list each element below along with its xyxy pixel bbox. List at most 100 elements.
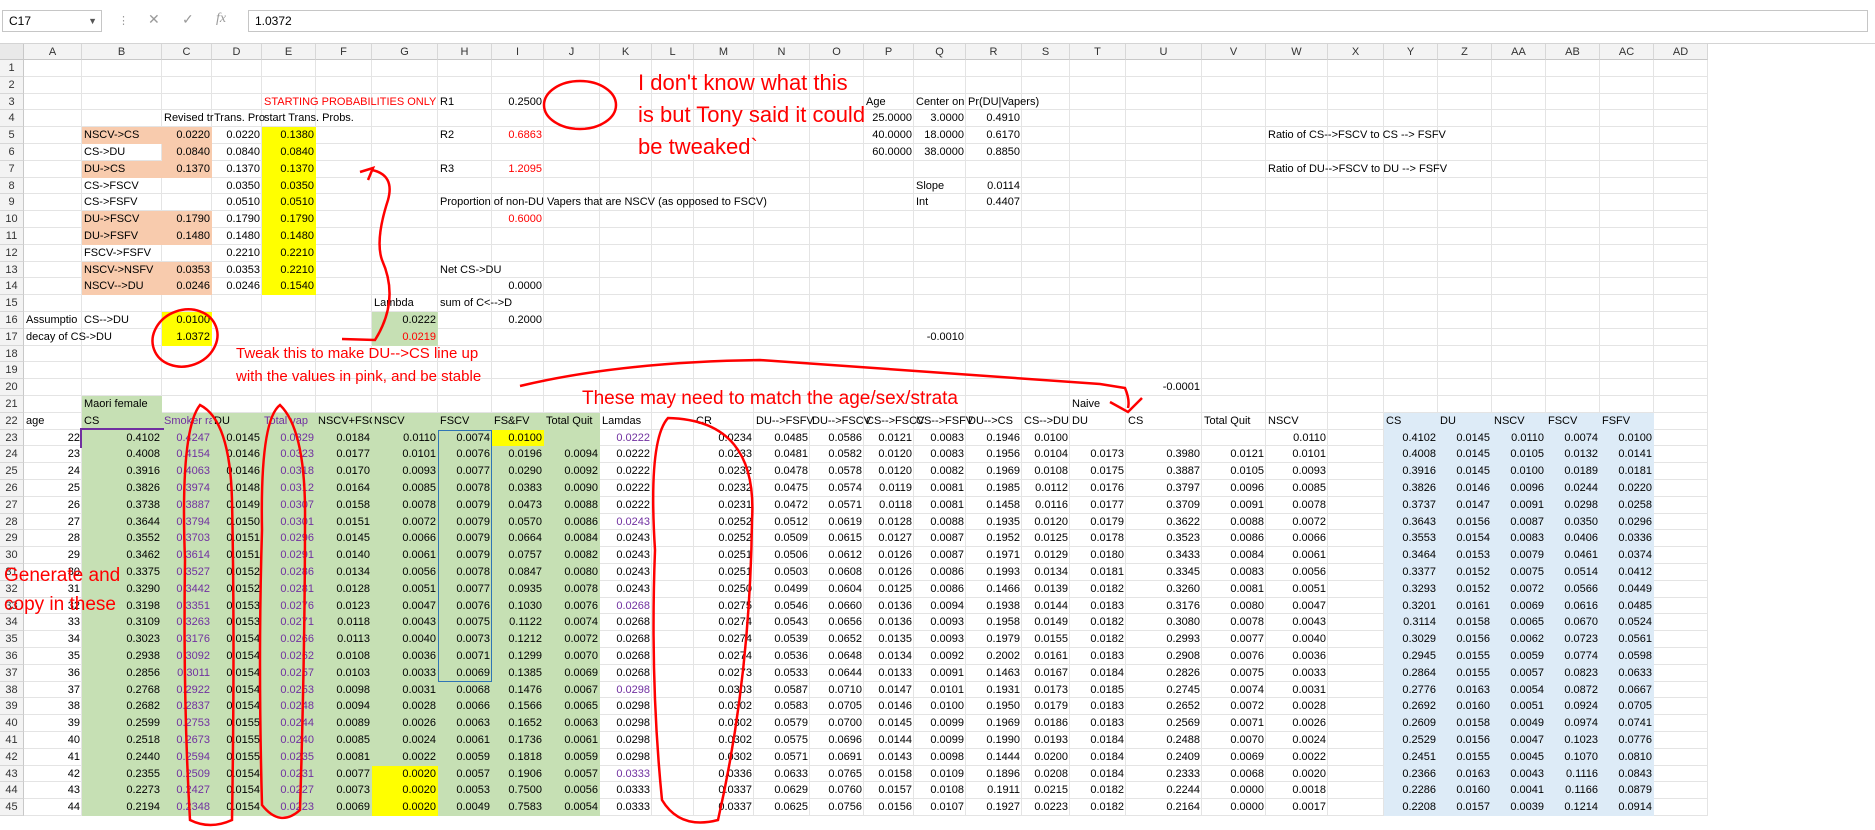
cell-B37[interactable]: 0.2856 xyxy=(82,664,162,682)
cell-V45[interactable]: 0.0000 xyxy=(1202,799,1266,816)
cell-N23[interactable]: 0.0485 xyxy=(754,430,810,447)
cell-F34[interactable]: 0.0118 xyxy=(316,614,372,632)
cell-I30[interactable]: 0.0757 xyxy=(492,547,544,564)
cell-W31[interactable]: 0.0056 xyxy=(1266,564,1328,581)
cell-AA31[interactable]: 0.0075 xyxy=(1492,564,1546,581)
cell-R33[interactable]: 0.1938 xyxy=(966,598,1022,615)
cell-C30[interactable]: 0.3614 xyxy=(162,547,212,564)
cell-G15[interactable]: Lambda xyxy=(372,295,438,312)
cell-K32[interactable]: 0.0243 xyxy=(600,581,652,598)
cell-U37[interactable]: 0.2826 xyxy=(1126,665,1202,682)
cell-K29[interactable]: 0.0243 xyxy=(600,530,652,547)
cell-D28[interactable]: 0.0150 xyxy=(212,513,262,531)
cell-D32[interactable]: 0.0152 xyxy=(212,580,262,598)
cell-AB34[interactable]: 0.0670 xyxy=(1546,614,1600,632)
cell-W35[interactable]: 0.0040 xyxy=(1266,631,1328,648)
cell-Z40[interactable]: 0.0158 xyxy=(1438,715,1492,732)
cell-M34[interactable]: 0.0274 xyxy=(694,614,754,631)
cell-C32[interactable]: 0.3442 xyxy=(162,580,212,598)
cell-F31[interactable]: 0.0134 xyxy=(316,564,372,581)
cell-AA37[interactable]: 0.0057 xyxy=(1492,664,1546,682)
row-header-40[interactable]: 40 xyxy=(0,715,24,732)
cell-AC39[interactable]: 0.0705 xyxy=(1600,698,1654,716)
cell-J31[interactable]: 0.0080 xyxy=(544,564,600,581)
cell-Z26[interactable]: 0.0146 xyxy=(1438,480,1492,497)
cell-J44[interactable]: 0.0056 xyxy=(544,782,600,800)
cell-T41[interactable]: 0.0184 xyxy=(1070,732,1126,749)
cell-AB25[interactable]: 0.0189 xyxy=(1546,463,1600,480)
column-header-AD[interactable]: AD xyxy=(1654,44,1708,60)
cell-D39[interactable]: 0.0154 xyxy=(212,698,262,716)
cell-D14[interactable]: 0.0246 xyxy=(212,278,262,295)
cell-AB23[interactable]: 0.0074 xyxy=(1546,429,1600,447)
cell-AA36[interactable]: 0.0059 xyxy=(1492,648,1546,665)
cell-Z43[interactable]: 0.0163 xyxy=(1438,765,1492,783)
cell-T27[interactable]: 0.0177 xyxy=(1070,497,1126,514)
row-header-1[interactable]: 1 xyxy=(0,60,24,77)
cell-C43[interactable]: 0.2509 xyxy=(162,765,212,783)
cell-A29[interactable]: 28 xyxy=(24,530,82,547)
cell-S28[interactable]: 0.0120 xyxy=(1022,514,1070,531)
cell-V25[interactable]: 0.0105 xyxy=(1202,463,1266,480)
cell-G39[interactable]: 0.0028 xyxy=(372,698,438,716)
cell-P28[interactable]: 0.0128 xyxy=(864,514,914,531)
cell-W43[interactable]: 0.0020 xyxy=(1266,766,1328,783)
column-header-Y[interactable]: Y xyxy=(1384,44,1438,60)
cell-M43[interactable]: 0.0336 xyxy=(694,766,754,783)
cell-O43[interactable]: 0.0765 xyxy=(810,766,864,783)
cell-W32[interactable]: 0.0051 xyxy=(1266,581,1328,598)
cell-F44[interactable]: 0.0073 xyxy=(316,782,372,800)
cell-Y27[interactable]: 0.3737 xyxy=(1384,496,1438,514)
cell-T34[interactable]: 0.0182 xyxy=(1070,614,1126,631)
cell-AB30[interactable]: 0.0461 xyxy=(1546,547,1600,564)
row-header-26[interactable]: 26 xyxy=(0,480,24,497)
cell-Z36[interactable]: 0.0155 xyxy=(1438,648,1492,665)
cell-R39[interactable]: 0.1950 xyxy=(966,698,1022,715)
cell-R3[interactable]: Pr(DU|Vapers) xyxy=(966,94,1039,111)
cell-AB39[interactable]: 0.0924 xyxy=(1546,698,1600,716)
cell-P6[interactable]: 60.0000 xyxy=(864,144,914,161)
cell-M40[interactable]: 0.0302 xyxy=(694,715,754,732)
cell-F32[interactable]: 0.0128 xyxy=(316,580,372,598)
cell-B28[interactable]: 0.3644 xyxy=(82,513,162,531)
cell-N37[interactable]: 0.0533 xyxy=(754,665,810,682)
cell-Z25[interactable]: 0.0145 xyxy=(1438,463,1492,480)
cell-K42[interactable]: 0.0298 xyxy=(600,749,652,766)
row-header-17[interactable]: 17 xyxy=(0,328,24,346)
cell-N39[interactable]: 0.0583 xyxy=(754,698,810,715)
cell-U39[interactable]: 0.2652 xyxy=(1126,698,1202,715)
cell-E29[interactable]: 0.0296 xyxy=(262,530,316,548)
cell-R22[interactable]: DU-->CS xyxy=(966,413,1022,430)
cell-G42[interactable]: 0.0022 xyxy=(372,748,438,766)
cell-O23[interactable]: 0.0586 xyxy=(810,430,864,447)
cell-AC33[interactable]: 0.0485 xyxy=(1600,597,1654,615)
cell-N26[interactable]: 0.0475 xyxy=(754,480,810,497)
row-header-39[interactable]: 39 xyxy=(0,698,24,716)
cell-U45[interactable]: 0.2164 xyxy=(1126,799,1202,816)
cell-C25[interactable]: 0.4063 xyxy=(162,463,212,480)
cell-C11[interactable]: 0.1480 xyxy=(162,228,212,245)
cell-D9[interactable]: 0.0510 xyxy=(212,194,262,211)
cell-B7[interactable]: DU->CS xyxy=(82,160,162,178)
row-header-25[interactable]: 25 xyxy=(0,463,24,480)
cell-P42[interactable]: 0.0143 xyxy=(864,749,914,766)
cell-Z34[interactable]: 0.0158 xyxy=(1438,614,1492,632)
cell-AC34[interactable]: 0.0524 xyxy=(1600,614,1654,632)
row-header-7[interactable]: 7 xyxy=(0,160,24,178)
cell-Q43[interactable]: 0.0109 xyxy=(914,766,966,783)
cell-G28[interactable]: 0.0072 xyxy=(372,513,438,531)
cell-J28[interactable]: 0.0086 xyxy=(544,513,600,531)
cell-E4[interactable]: start Trans. Probs. xyxy=(262,110,354,127)
row-header-35[interactable]: 35 xyxy=(0,631,24,648)
cell-AC35[interactable]: 0.0561 xyxy=(1600,631,1654,648)
cell-AC40[interactable]: 0.0741 xyxy=(1600,715,1654,732)
cell-AB36[interactable]: 0.0774 xyxy=(1546,648,1600,665)
cell-Q37[interactable]: 0.0091 xyxy=(914,665,966,682)
cell-N42[interactable]: 0.0571 xyxy=(754,749,810,766)
cell-AC32[interactable]: 0.0449 xyxy=(1600,580,1654,598)
cell-V22[interactable]: Total Quit xyxy=(1202,413,1266,430)
cell-U25[interactable]: 0.3887 xyxy=(1126,463,1202,480)
cell-T26[interactable]: 0.0176 xyxy=(1070,480,1126,497)
cell-K30[interactable]: 0.0243 xyxy=(600,547,652,564)
cell-A27[interactable]: 26 xyxy=(24,497,82,514)
